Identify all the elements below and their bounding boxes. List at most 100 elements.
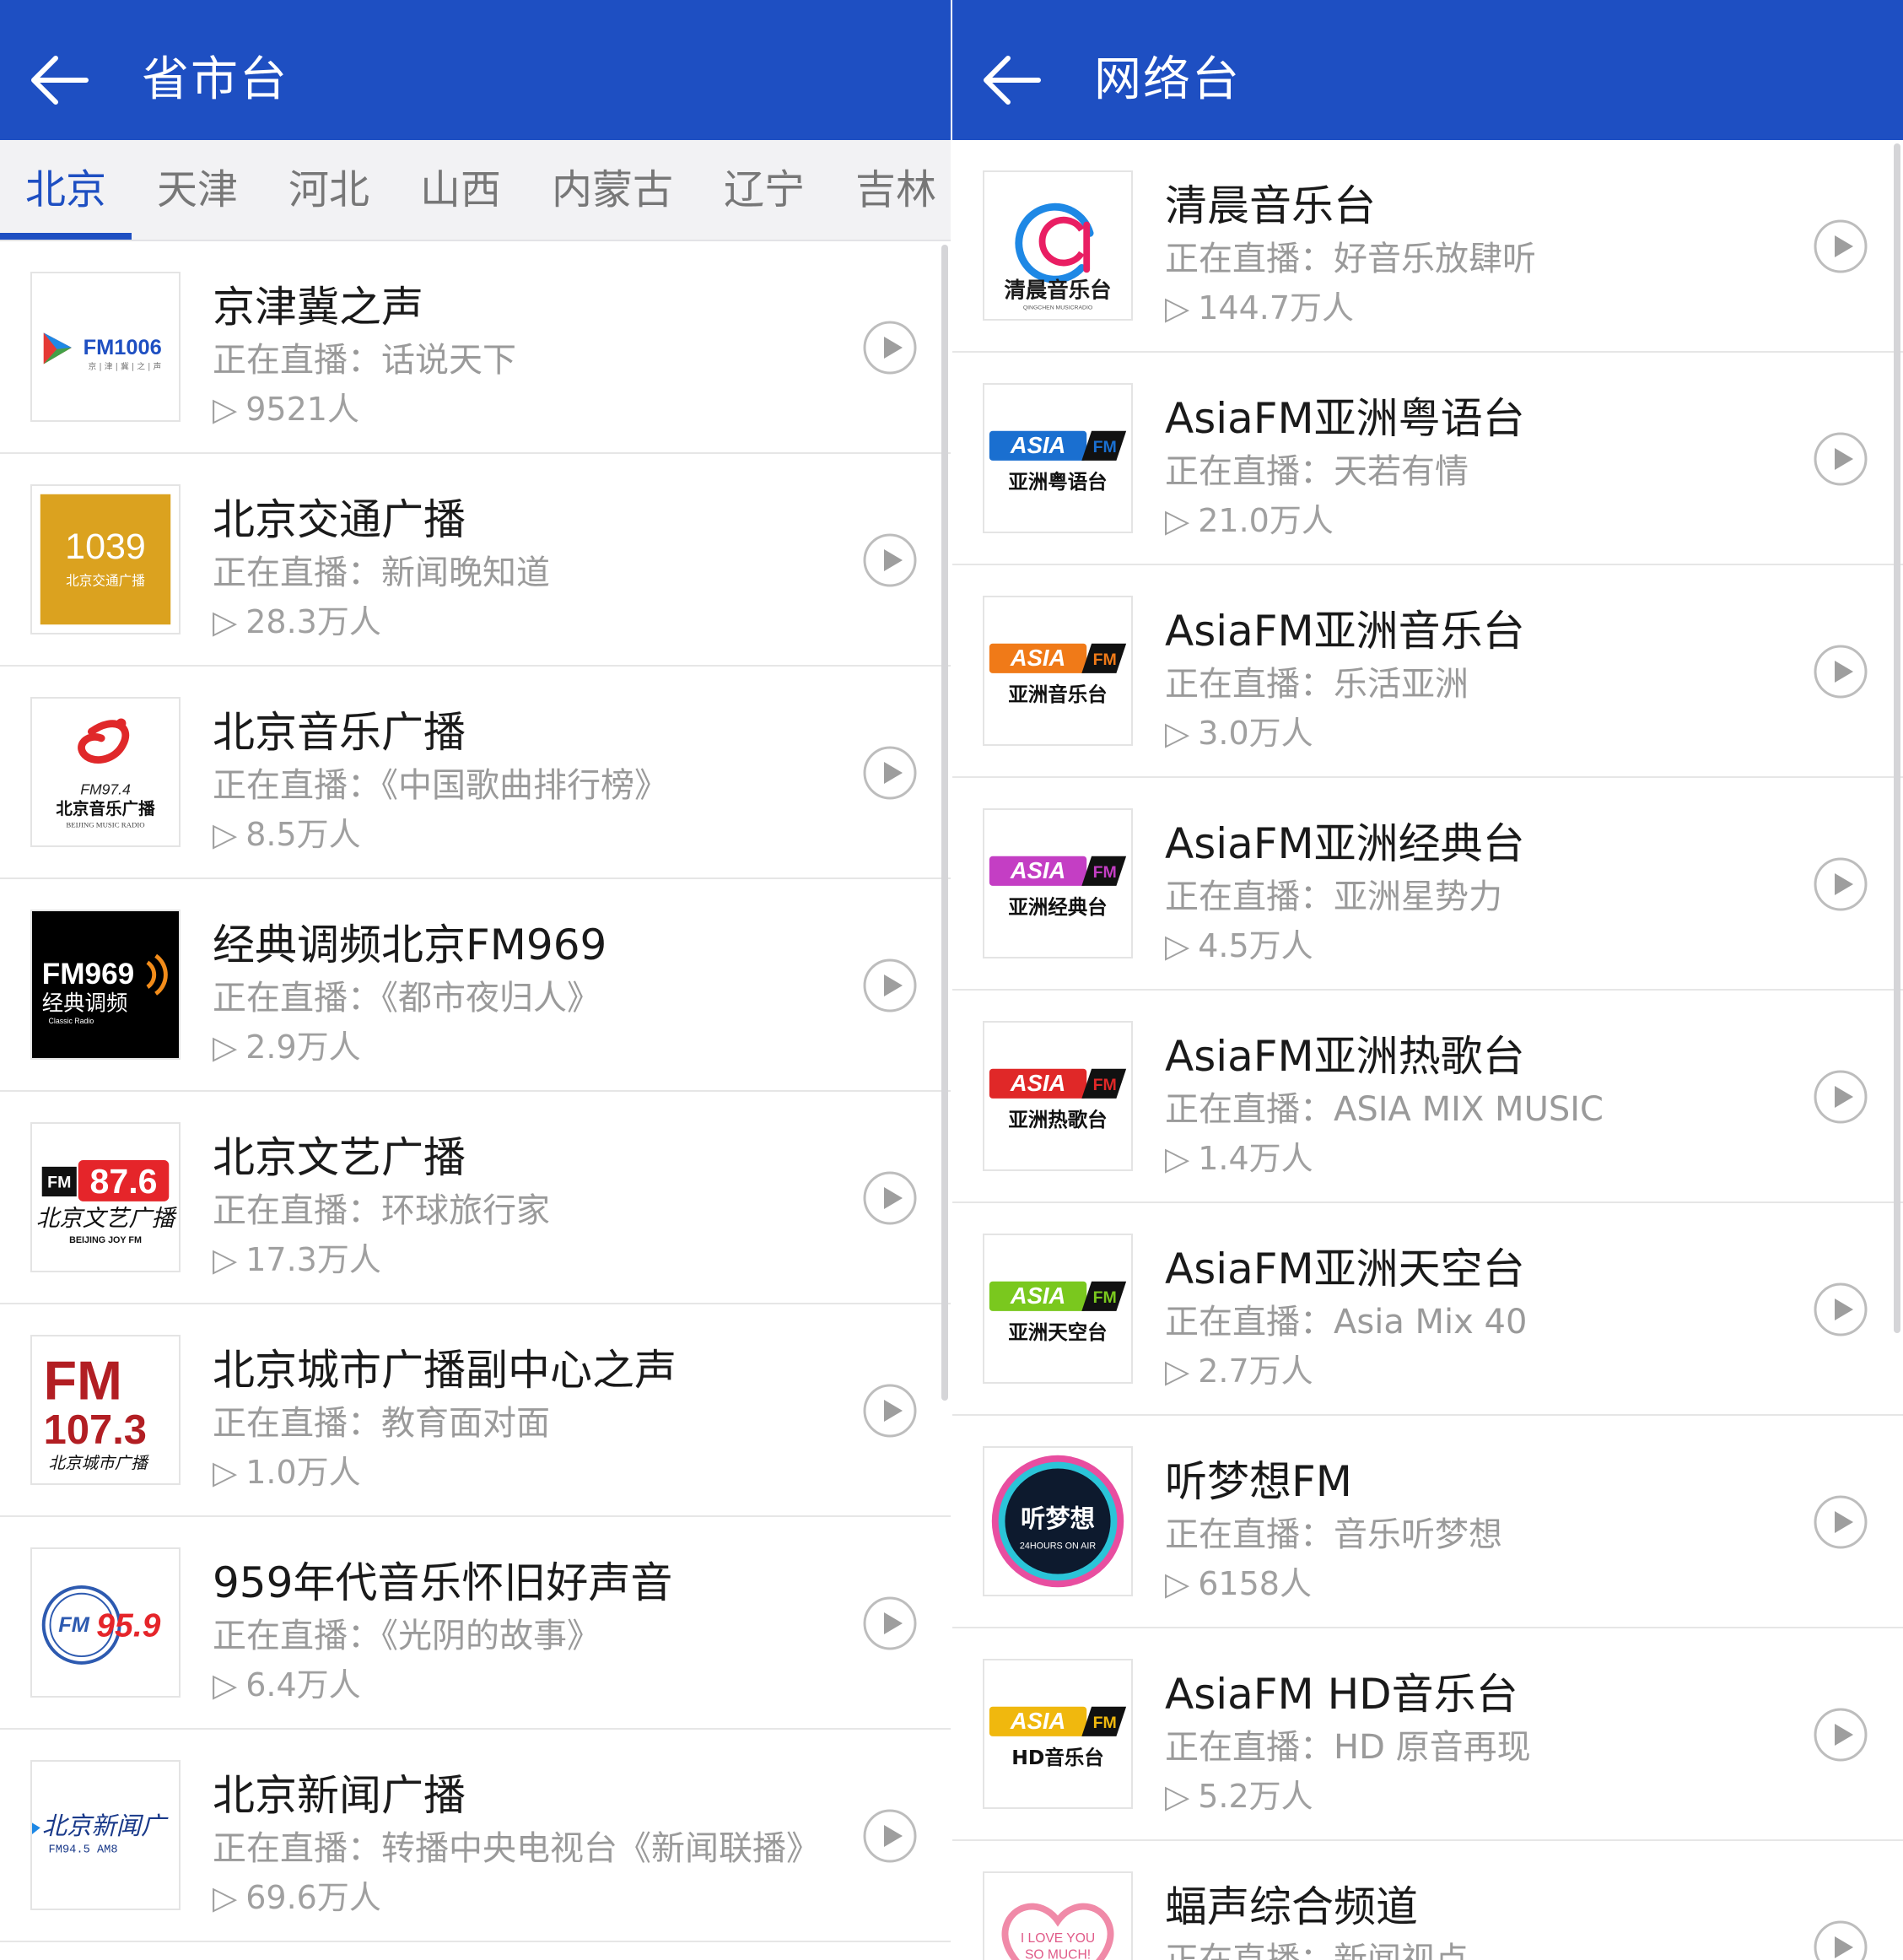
station-row[interactable]: FM 95.9 959年代音乐怀旧好声音 正在直播：《光阴的故事》 ▷ 6.4万人 xyxy=(0,1517,951,1730)
now-playing: 正在直播：乐活亚洲 xyxy=(1165,665,1469,704)
back-button[interactable] xyxy=(979,46,1047,114)
i-love-you-logo: I LOVE YOU SO MUCH! xyxy=(983,1871,1133,1960)
station-row[interactable]: ASIA FM 亚洲天空台 AsiaFM亚洲天空台 正在直播：Asia Mix … xyxy=(952,1203,1903,1416)
svg-text:亚洲粤语台: 亚洲粤语台 xyxy=(1008,470,1107,494)
play-triangle-icon: ▷ xyxy=(1165,715,1190,752)
svg-text:京 | 津 | 冀 | 之 | 声: 京 | 津 | 冀 | 之 | 声 xyxy=(88,360,161,371)
asiafm-logo: ASIA FM 亚洲经典台 xyxy=(983,808,1133,958)
listener-count: ▷ 1.4万人 xyxy=(1165,1140,1313,1177)
now-playing: 正在直播：新闻视点 xyxy=(1165,1941,1469,1960)
play-circle-icon xyxy=(1814,1920,1868,1960)
station-row[interactable]: 北京新闻广 FM94.5 AM8 北京新闻广播 正在直播：转播中央电视台《新闻联… xyxy=(0,1730,951,1942)
listener-count: ▷ 28.3万人 xyxy=(213,603,381,640)
play-button[interactable] xyxy=(1813,1707,1868,1763)
play-button[interactable] xyxy=(862,1383,918,1439)
page-title: 网络台 xyxy=(1094,52,1241,107)
svg-text:北京音乐广播: 北京音乐广播 xyxy=(56,799,155,818)
play-button[interactable] xyxy=(1813,856,1868,912)
station-row[interactable]: ASIA FM 亚洲粤语台 AsiaFM亚洲粤语台 正在直播：天若有情 ▷ 21.… xyxy=(952,353,1903,565)
play-circle-icon xyxy=(1814,1282,1868,1336)
now-playing: 正在直播：新闻晚知道 xyxy=(213,553,550,592)
station-row[interactable]: FM1006 京 | 津 | 冀 | 之 | 声 京津冀之声 正在直播：话说天下… xyxy=(0,241,951,454)
listener-count: ▷ 6158人 xyxy=(1165,1565,1312,1602)
play-button[interactable] xyxy=(1813,1282,1868,1337)
play-button[interactable] xyxy=(1813,431,1868,487)
tab-neimenggu[interactable]: 内蒙古 xyxy=(526,140,698,240)
tab-beijing[interactable]: 北京 xyxy=(0,140,132,240)
play-button[interactable] xyxy=(862,1596,918,1651)
play-triangle-icon: ▷ xyxy=(213,1241,238,1278)
tab-hebei[interactable]: 河北 xyxy=(263,140,395,240)
play-button[interactable] xyxy=(862,1808,918,1864)
svg-text:FM: FM xyxy=(1093,1288,1117,1307)
tab-liaoning[interactable]: 辽宁 xyxy=(698,140,830,240)
svg-text:经典调频: 经典调频 xyxy=(42,990,128,1015)
play-circle-icon xyxy=(863,958,917,1012)
back-button[interactable] xyxy=(27,46,94,114)
station-row[interactable]: ASIA FM 亚洲热歌台 AsiaFM亚洲热歌台 正在直播：ASIA MIX … xyxy=(952,991,1903,1203)
play-button[interactable] xyxy=(1813,1494,1868,1550)
now-playing: 正在直播：话说天下 xyxy=(213,341,516,380)
now-playing: 正在直播：环球旅行家 xyxy=(213,1191,550,1230)
page-title: 省市台 xyxy=(142,52,288,107)
play-triangle-icon: ▷ xyxy=(213,1879,238,1916)
listener-count: ▷ 6.4万人 xyxy=(213,1666,361,1704)
now-playing: 正在直播：《中国歌曲排行榜》 xyxy=(213,766,668,805)
svg-text:亚洲热歌台: 亚洲热歌台 xyxy=(1008,1108,1107,1131)
station-name: 北京文艺广播 xyxy=(213,1133,466,1182)
now-playing: 正在直播：HD 原音再现 xyxy=(1165,1728,1531,1767)
play-button[interactable] xyxy=(1813,1069,1868,1125)
listener-count: ▷ 8.5万人 xyxy=(213,816,361,853)
svg-text:FM: FM xyxy=(1093,863,1117,882)
fm959-logo: FM 95.9 xyxy=(30,1547,181,1698)
station-name: 北京城市广播副中心之声 xyxy=(213,1346,677,1395)
svg-text:FM969: FM969 xyxy=(42,958,135,991)
station-row[interactable]: ASIA FM 亚洲音乐台 AsiaFM亚洲音乐台 正在直播：乐活亚洲 ▷ 3.0… xyxy=(952,565,1903,778)
play-button[interactable] xyxy=(1813,644,1868,699)
play-button[interactable] xyxy=(862,1170,918,1226)
play-circle-icon xyxy=(863,533,917,587)
now-playing: 正在直播：亚洲星势力 xyxy=(1165,877,1502,916)
svg-text:107.3: 107.3 xyxy=(44,1407,147,1453)
svg-text:HD音乐台: HD音乐台 xyxy=(1011,1746,1103,1769)
station-name: 北京音乐广播 xyxy=(213,708,466,757)
scrollbar[interactable] xyxy=(941,245,948,1401)
fm969-logo: FM969 经典调频 Classic Radio xyxy=(30,910,181,1060)
station-row[interactable]: ASIA FM 亚洲经典台 AsiaFM亚洲经典台 正在直播：亚洲星势力 ▷ 4.… xyxy=(952,778,1903,991)
listener-count: ▷ 9521人 xyxy=(213,391,359,428)
play-button[interactable] xyxy=(862,532,918,588)
station-row[interactable]: I LOVE YOU SO MUCH! 蝠声综合频道 正在直播：新闻视点 xyxy=(952,1841,1903,1960)
station-row[interactable]: 1039 北京交通广播 北京交通广播 正在直播：新闻晚知道 ▷ 28.3万人 xyxy=(0,454,951,667)
play-button[interactable] xyxy=(862,958,918,1013)
arrow-left-icon xyxy=(31,56,89,105)
tab-tianjin[interactable]: 天津 xyxy=(132,140,263,240)
scrollbar[interactable] xyxy=(1894,143,1900,1333)
play-triangle-icon: ▷ xyxy=(1165,502,1190,539)
svg-text:ASIA: ASIA xyxy=(1010,1070,1065,1096)
tab-jilin[interactable]: 吉林 xyxy=(830,140,951,240)
tab-shanxi[interactable]: 山西 xyxy=(395,140,526,240)
station-name: 北京新闻广播 xyxy=(213,1771,466,1820)
play-button[interactable] xyxy=(1813,1920,1868,1960)
play-circle-icon xyxy=(863,1809,917,1863)
play-button[interactable] xyxy=(862,745,918,801)
station-row[interactable]: FM 107.3 北京城市广播 北京城市广播副中心之声 正在直播：教育面对面 ▷… xyxy=(0,1304,951,1517)
station-row[interactable]: FM 87.6 北京文艺广播 BEIJING JOY FM 北京文艺广播 正在直… xyxy=(0,1092,951,1304)
station-row[interactable]: 清晨音乐台 QINGCHEN MUSICRADIO 清晨音乐台 正在直播：好音乐… xyxy=(952,140,1903,353)
fm876-logo: FM 87.6 北京文艺广播 BEIJING JOY FM xyxy=(30,1122,181,1272)
play-button[interactable] xyxy=(862,320,918,375)
station-row[interactable]: FM97.4 北京音乐广播 BEIJING MUSIC RADIO 北京音乐广播… xyxy=(0,667,951,879)
station-name: 北京交通广播 xyxy=(213,495,466,544)
svg-text:I LOVE YOU: I LOVE YOU xyxy=(1021,1931,1095,1946)
svg-text:亚洲音乐台: 亚洲音乐台 xyxy=(1008,683,1107,706)
svg-text:ASIA: ASIA xyxy=(1010,645,1065,671)
station-name: AsiaFM亚洲经典台 xyxy=(1165,819,1525,868)
station-row[interactable]: FM969 经典调频 Classic Radio 经典调频北京FM969 正在直… xyxy=(0,879,951,1092)
play-button[interactable] xyxy=(1813,219,1868,274)
station-row[interactable]: ASIA FM HD音乐台 AsiaFM HD音乐台 正在直播：HD 原音再现 … xyxy=(952,1628,1903,1841)
play-triangle-icon: ▷ xyxy=(213,391,238,428)
play-circle-icon xyxy=(1814,1495,1868,1549)
station-name: 经典调频北京FM969 xyxy=(213,921,607,969)
svg-text:FM1006: FM1006 xyxy=(84,336,162,359)
station-row[interactable]: 听梦想 24HOURS ON AIR 听梦想FM 正在直播：音乐听梦想 ▷ 615… xyxy=(952,1416,1903,1628)
